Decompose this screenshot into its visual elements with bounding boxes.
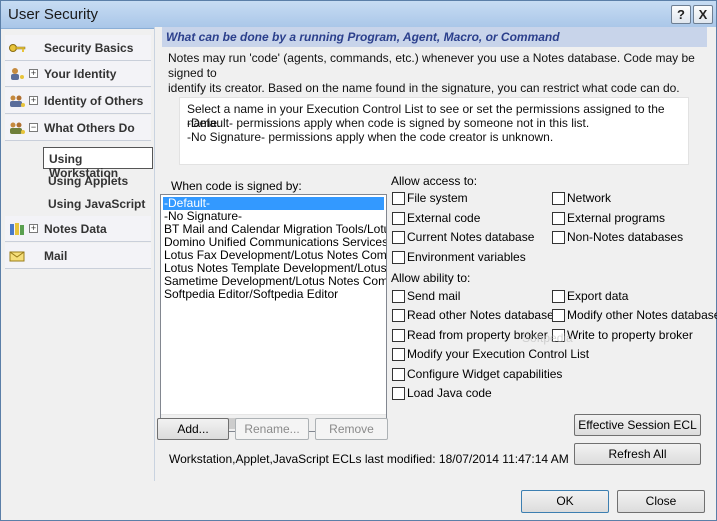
sidebar-subitem-using-workstation[interactable]: Using Workstation — [43, 147, 153, 180]
books-icon — [10, 223, 24, 235]
checkbox-label: Send mail — [407, 289, 461, 303]
intro-text: Notes may run 'code' (agents, commands, … — [168, 51, 713, 96]
checkbox-box[interactable] — [392, 329, 405, 342]
sidebar-item-security-basics[interactable]: Security Basics — [5, 35, 151, 61]
collapse-icon[interactable]: − — [29, 123, 38, 132]
sidebar-item-label: Mail — [44, 249, 68, 263]
people-icon — [10, 122, 25, 134]
info-line: -No Signature- permissions apply when th… — [187, 130, 554, 144]
expand-icon[interactable]: + — [29, 224, 38, 233]
sidebar-subitem-label: Using JavaScript — [48, 197, 146, 211]
checkbox-box[interactable] — [552, 290, 565, 303]
sidebar-subitem-using-applets[interactable]: Using Applets — [43, 170, 153, 192]
checkbox-label: Configure Widget capabilities — [407, 367, 563, 381]
person-key-icon — [11, 68, 24, 80]
checkbox-box[interactable] — [392, 309, 405, 322]
sidebar-subitem-using-javascript[interactable]: Using JavaScript — [43, 193, 153, 215]
checkbox-box[interactable] — [552, 212, 565, 225]
rename-button[interactable]: Rename... — [235, 418, 309, 440]
checkbox-box[interactable] — [392, 387, 405, 400]
info-box: Select a name in your Execution Control … — [179, 97, 689, 165]
checkbox-label: File system — [407, 191, 468, 205]
checkbox-label: Modify your Execution Control List — [407, 347, 590, 361]
checkbox-label: Export data — [567, 289, 629, 303]
checkbox-box[interactable] — [392, 192, 405, 205]
help-button[interactable]: ? — [671, 5, 691, 24]
key-icon — [9, 44, 26, 52]
checkbox-label: Modify other Notes databases — [567, 308, 717, 322]
envelope-icon — [9, 251, 25, 262]
list-item[interactable]: Softpedia Editor/Softpedia Editor — [163, 288, 338, 301]
ecl-modified-status: Workstation,Applet,JavaScript ECLs last … — [169, 452, 569, 466]
checkbox-box[interactable] — [552, 192, 565, 205]
checkbox-box[interactable] — [552, 309, 565, 322]
user-security-dialog: User Security ? X Security Basics + Your… — [0, 0, 717, 521]
sidebar-item-mail[interactable]: Mail — [5, 243, 151, 269]
intro-line: Notes may run 'code' (agents, commands, … — [168, 51, 695, 80]
sidebar: Security Basics + Your Identity + Identi… — [5, 35, 153, 481]
sidebar-item-notes-data[interactable]: + Notes Data — [5, 216, 151, 242]
checkbox-box[interactable] — [392, 348, 405, 361]
refresh-all-button[interactable]: Refresh All — [574, 443, 701, 465]
checkbox-label: Environment variables — [407, 250, 526, 264]
effective-session-ecl-button[interactable]: Effective Session ECL — [574, 414, 701, 436]
checkbox-label: Current Notes database — [407, 230, 535, 244]
allow-access-label: Allow access to: — [391, 174, 478, 188]
checkbox-label: Read other Notes databases — [407, 308, 560, 322]
checkbox-box[interactable] — [392, 251, 405, 264]
sidebar-item-label: What Others Do — [44, 121, 135, 135]
section-header: What can be done by a running Program, A… — [162, 27, 707, 47]
checkbox-box[interactable] — [552, 231, 565, 244]
checkbox-box[interactable] — [392, 212, 405, 225]
checkbox-label: Write to property broker — [567, 328, 693, 342]
signers-listbox[interactable]: -Default- -No Signature- BT Mail and Cal… — [160, 194, 387, 432]
sidebar-item-label: Identity of Others — [44, 94, 144, 108]
title-bar[interactable]: User Security ? X — [1, 1, 716, 29]
info-line: -Default- permissions apply when code is… — [187, 116, 590, 130]
sidebar-item-label: Security Basics — [44, 41, 134, 55]
checkbox-box[interactable] — [392, 231, 405, 244]
checkbox-label: Network — [567, 191, 612, 205]
checkbox-label: External code — [407, 211, 481, 225]
signers-list-label: When code is signed by: — [171, 179, 302, 193]
checkbox-label: Load Java code — [407, 386, 492, 400]
window-title: User Security — [8, 6, 99, 23]
add-button[interactable]: Add... — [157, 418, 229, 440]
remove-button[interactable]: Remove — [315, 418, 388, 440]
section-header-text: What can be done by a running Program, A… — [166, 30, 560, 44]
checkbox-box[interactable] — [392, 368, 405, 381]
allow-ability-label: Allow ability to: — [391, 271, 471, 285]
expand-icon[interactable]: + — [29, 69, 38, 78]
ok-button[interactable]: OK — [521, 490, 609, 513]
checkbox-label: Non-Notes databases — [567, 230, 684, 244]
softpedia-watermark: Softpedia — [522, 331, 573, 345]
main-panel: What can be done by a running Program, A… — [154, 27, 717, 481]
sidebar-item-identity-of-others[interactable]: + Identity of Others — [5, 88, 151, 114]
checkbox-box[interactable] — [392, 290, 405, 303]
close-window-button[interactable]: X — [693, 5, 713, 24]
expand-icon[interactable]: + — [29, 96, 38, 105]
sidebar-item-your-identity[interactable]: + Your Identity — [5, 61, 151, 87]
sidebar-item-what-others-do[interactable]: − What Others Do — [5, 115, 151, 141]
people-key-icon — [10, 95, 25, 107]
sidebar-item-label: Notes Data — [44, 222, 107, 236]
close-button[interactable]: Close — [617, 490, 705, 513]
sidebar-subitem-label: Using Applets — [48, 174, 129, 188]
intro-line: identify its creator. Based on the name … — [168, 81, 680, 95]
checkbox-label: External programs — [567, 211, 666, 225]
sidebar-item-label: Your Identity — [44, 67, 117, 81]
